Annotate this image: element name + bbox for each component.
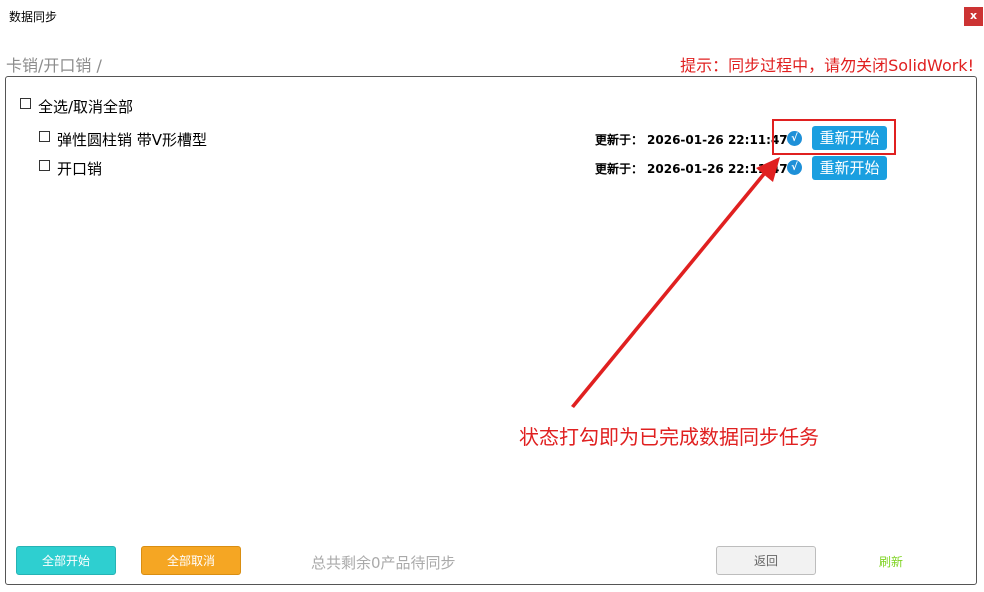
annotation-arrow-icon	[571, 157, 780, 408]
cancel-all-button[interactable]: 全部取消	[141, 546, 241, 575]
refresh-link[interactable]: 刷新	[879, 553, 903, 570]
annotation-text: 状态打勾即为已完成数据同步任务	[519, 425, 819, 449]
remaining-summary: 总共剩余0产品待同步	[311, 554, 456, 572]
start-all-button[interactable]: 全部开始	[16, 546, 116, 575]
back-button[interactable]: 返回	[716, 546, 816, 575]
